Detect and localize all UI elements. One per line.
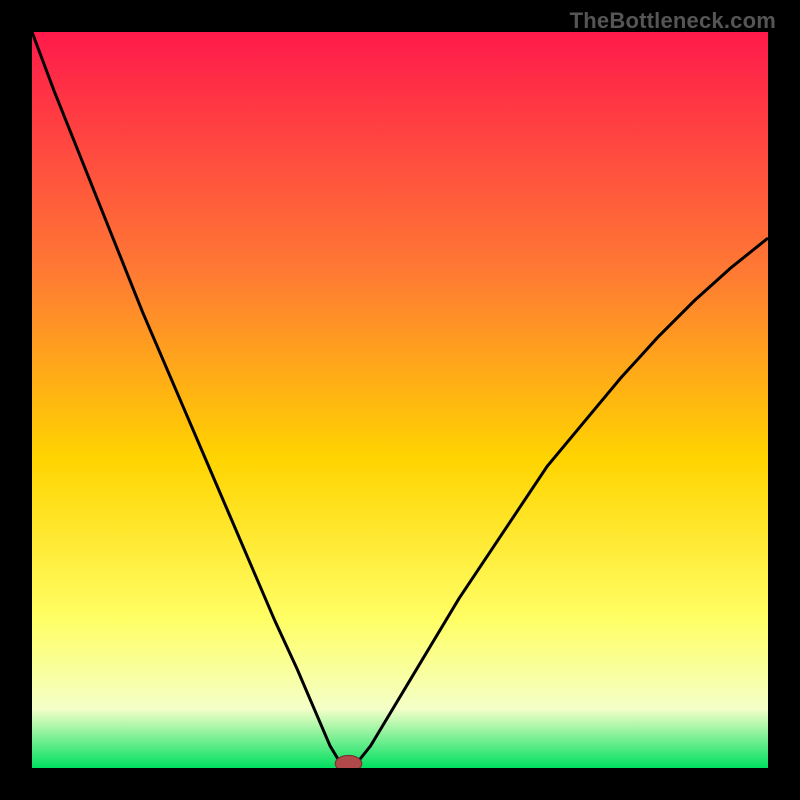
gradient-background (32, 32, 768, 768)
chart-svg (32, 32, 768, 768)
watermark-text: TheBottleneck.com (570, 8, 776, 34)
optimum-marker (335, 755, 361, 768)
plot-area (32, 32, 768, 768)
outer-frame: TheBottleneck.com (0, 0, 800, 800)
